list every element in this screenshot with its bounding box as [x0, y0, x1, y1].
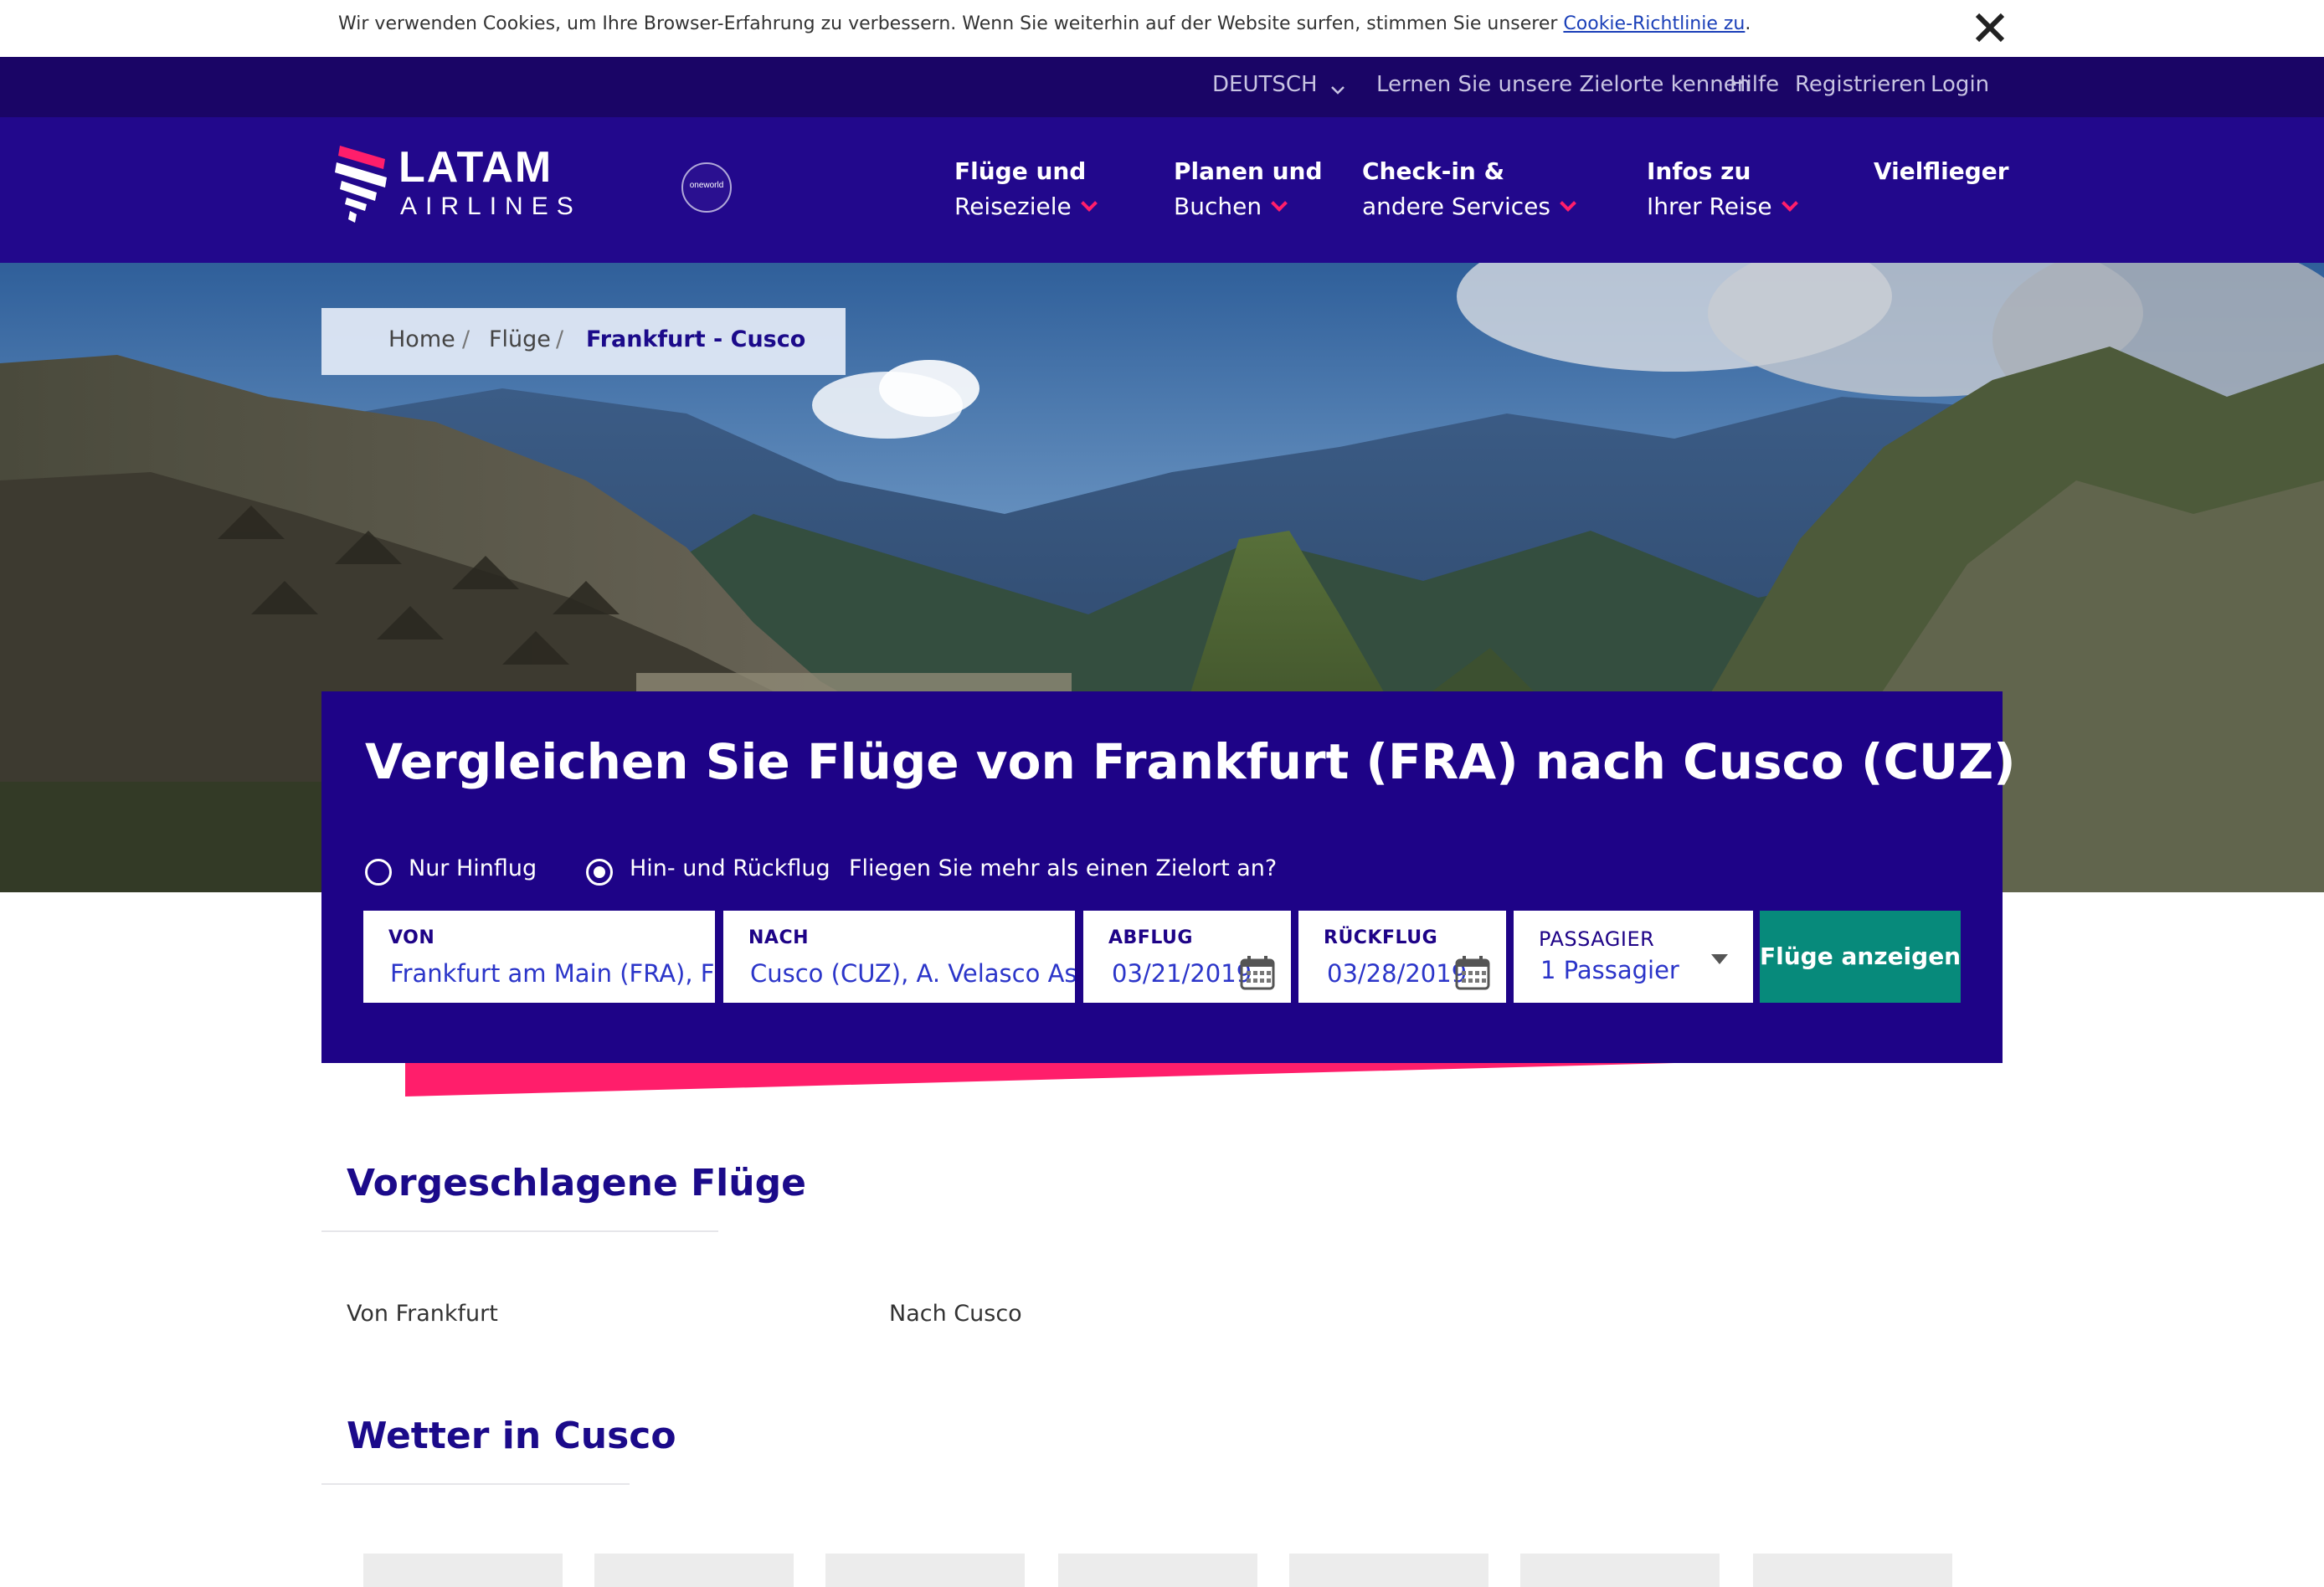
radio-icon[interactable] — [365, 859, 392, 886]
nav-label-line1: Planen und — [1174, 157, 1323, 185]
close-icon[interactable] — [1969, 7, 2011, 49]
cookie-suffix: . — [1745, 13, 1751, 34]
departure-label: ABFLUG — [1108, 927, 1193, 948]
section-divider — [321, 1230, 718, 1232]
from-label: VON — [388, 927, 435, 948]
breadcrumb-home[interactable]: Home — [388, 326, 455, 352]
oneworld-logo: oneworld — [681, 162, 732, 213]
suggested-flights-title: Vorgeschlagene Flüge — [347, 1162, 806, 1204]
from-field[interactable]: VON Frankfurt am Main (FRA), F — [363, 911, 715, 1003]
calendar-icon[interactable] — [1454, 954, 1491, 991]
main-header: LATAM AIRLINES oneworld Flüge und Reisez… — [0, 117, 2324, 263]
nav-label-line2: Ihrer Reise — [1647, 193, 1772, 220]
nav-label-line2: Reiseziele — [954, 193, 1072, 220]
search-title: Vergleichen Sie Flüge von Frankfurt (FRA… — [365, 733, 2016, 790]
cookie-text: Wir verwenden Cookies, um Ihre Browser-E… — [338, 13, 1564, 34]
logo-wordmark: LATAM — [398, 143, 553, 192]
breadcrumb-current: Frankfurt - Cusco — [586, 326, 806, 352]
flight-search-panel: Vergleichen Sie Flüge von Frankfurt (FRA… — [321, 691, 2016, 1063]
register-link[interactable]: Registrieren — [1795, 72, 1926, 97]
trip-type-label: Nur Hinflug — [409, 855, 537, 881]
weather-card — [1058, 1554, 1257, 1587]
weather-card — [1520, 1554, 1720, 1587]
weather-card — [825, 1554, 1025, 1587]
chevron-down-icon — [1271, 195, 1288, 212]
chevron-down-icon — [1330, 86, 1345, 95]
to-label: NACH — [748, 927, 809, 948]
departure-field[interactable]: ABFLUG 03/21/2019 — [1083, 911, 1291, 1003]
language-selector[interactable]: DEUTSCH — [1212, 72, 1346, 97]
utility-bar: DEUTSCH Lernen Sie unsere Zielorte kenne… — [0, 57, 2324, 117]
weather-card — [363, 1554, 563, 1587]
nav-flights-destinations[interactable]: Flüge und Reiseziele — [954, 154, 1098, 224]
return-field[interactable]: RÜCKFLUG 03/28/2019 — [1298, 911, 1506, 1003]
cookie-policy-link[interactable]: Cookie-Richtlinie zu — [1563, 13, 1745, 34]
to-field[interactable]: NACH Cusco (CUZ), A. Velasco As — [723, 911, 1075, 1003]
nav-label-line2: andere Services — [1362, 193, 1550, 220]
multi-destination-link[interactable]: Fliegen Sie mehr als einen Zielort an? — [849, 855, 1277, 881]
oneworld-label: oneworld — [689, 181, 724, 190]
section-divider — [321, 1483, 630, 1485]
show-flights-button[interactable]: Flüge anzeigen — [1760, 911, 1961, 1003]
logo-subtitle: AIRLINES — [400, 193, 582, 220]
breadcrumb-separator: / — [462, 326, 470, 352]
to-input[interactable]: Cusco (CUZ), A. Velasco As — [750, 959, 1075, 988]
nav-label-line1: Vielflieger — [1874, 157, 2009, 185]
weather-card — [1753, 1554, 1952, 1587]
from-frankfurt-label: Von Frankfurt — [347, 1301, 498, 1327]
calendar-icon[interactable] — [1239, 954, 1276, 991]
cookie-banner: Wir verwenden Cookies, um Ihre Browser-E… — [0, 0, 2324, 57]
weather-card — [594, 1554, 794, 1587]
radio-selected-icon[interactable] — [586, 859, 613, 886]
latam-logo-icon — [335, 146, 387, 223]
nav-trip-info[interactable]: Infos zu Ihrer Reise — [1647, 154, 1798, 224]
nav-frequent-flyer[interactable]: Vielflieger — [1874, 154, 2009, 189]
help-link[interactable]: Hilfe — [1730, 72, 1779, 97]
nav-checkin-services[interactable]: Check-in & andere Services — [1362, 154, 1576, 224]
departure-date-input[interactable]: 03/21/2019 — [1112, 959, 1252, 988]
dropdown-caret-icon — [1711, 954, 1728, 964]
passenger-label: PASSAGIER — [1539, 927, 1655, 951]
destinations-link[interactable]: Lernen Sie unsere Zielorte kennen — [1376, 72, 1751, 97]
latam-logo[interactable]: LATAM AIRLINES — [335, 139, 594, 231]
from-input[interactable]: Frankfurt am Main (FRA), F — [390, 959, 714, 988]
to-cusco-label: Nach Cusco — [889, 1301, 1022, 1327]
chevron-down-icon — [1080, 195, 1098, 212]
return-date-input[interactable]: 03/28/2019 — [1327, 959, 1467, 988]
nav-label-line1: Flüge und — [954, 157, 1087, 185]
cookie-message: Wir verwenden Cookies, um Ihre Browser-E… — [338, 13, 1751, 34]
passenger-select[interactable]: PASSAGIER 1 Passagier — [1514, 911, 1753, 1003]
chevron-down-icon — [1560, 195, 1576, 212]
nav-label-line1: Infos zu — [1647, 157, 1751, 185]
weather-title: Wetter in Cusco — [347, 1415, 676, 1457]
return-label: RÜCKFLUG — [1324, 927, 1438, 948]
nav-label-line2: Buchen — [1174, 193, 1262, 220]
breadcrumb: Home / Flüge / Frankfurt - Cusco — [321, 308, 846, 375]
login-link[interactable]: Login — [1931, 72, 1989, 97]
language-label: DEUTSCH — [1212, 72, 1318, 97]
weather-card — [1289, 1554, 1488, 1587]
trip-type-label: Hin- und Rückflug — [630, 855, 830, 881]
passenger-value[interactable]: 1 Passagier — [1540, 956, 1679, 984]
breadcrumb-separator: / — [556, 326, 564, 352]
nav-plan-book[interactable]: Planen und Buchen — [1174, 154, 1323, 224]
breadcrumb-flights[interactable]: Flüge — [489, 326, 551, 352]
nav-label-line1: Check-in & — [1362, 157, 1505, 185]
chevron-down-icon — [1781, 195, 1798, 212]
